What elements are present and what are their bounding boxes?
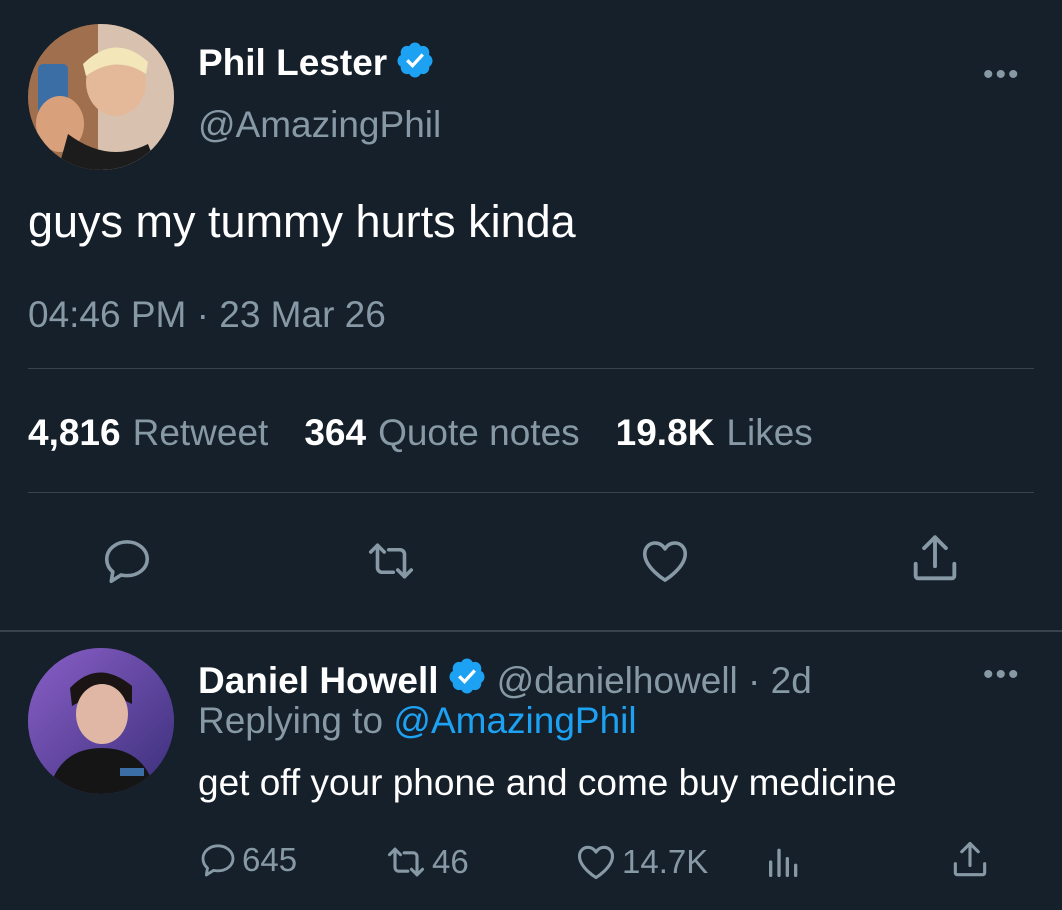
stat-value: 19.8K xyxy=(615,412,715,453)
stat-label: Likes xyxy=(726,412,813,453)
reply-handle-time[interactable]: @danielhowell · 2d xyxy=(497,660,812,702)
author-name[interactable]: Phil Lester xyxy=(198,40,435,85)
stat-value: 364 xyxy=(304,412,367,453)
stat-likes[interactable]: 19.8K Likes xyxy=(616,412,813,454)
analytics-button[interactable] xyxy=(764,842,804,882)
section-divider xyxy=(0,630,1062,632)
tweet-text: guys my tummy hurts kinda xyxy=(28,196,576,247)
reply-button[interactable]: 645 xyxy=(198,840,297,880)
share-icon[interactable] xyxy=(906,530,960,584)
divider xyxy=(28,492,1034,493)
reply-icon[interactable] xyxy=(100,534,154,588)
like-count: 14.7K xyxy=(622,843,709,880)
avatar-phil-lester[interactable] xyxy=(28,24,174,170)
more-options-icon[interactable]: ••• xyxy=(983,58,1021,92)
retweet-icon[interactable] xyxy=(364,534,418,588)
stat-label: Retweet xyxy=(132,412,269,453)
share-icon xyxy=(953,841,987,877)
tweet-stats: 4,816 Retweet 364 Quote notes 19.8K Likes xyxy=(28,412,813,454)
reply-icon xyxy=(201,844,235,877)
author-handle[interactable]: @AmazingPhil xyxy=(198,104,441,146)
analytics-icon xyxy=(769,848,798,877)
share-button[interactable] xyxy=(948,838,992,882)
stat-label: Quote notes xyxy=(378,412,580,453)
divider xyxy=(28,368,1034,369)
like-icon xyxy=(577,845,615,880)
retweet-icon xyxy=(387,847,425,877)
stat-value: 4,816 xyxy=(28,412,121,453)
verified-badge-icon xyxy=(447,656,487,705)
avatar-daniel-howell[interactable] xyxy=(28,648,174,794)
more-options-icon[interactable]: ••• xyxy=(983,658,1021,692)
retweet-count: 46 xyxy=(432,843,469,880)
retweet-button[interactable]: 46 xyxy=(384,840,469,884)
replying-prefix: Replying to xyxy=(198,700,384,741)
verified-badge-icon xyxy=(395,40,435,85)
replying-to-link[interactable]: @AmazingPhil xyxy=(393,700,636,741)
reply-count: 645 xyxy=(242,841,298,878)
reply-author-name[interactable]: Daniel Howell xyxy=(198,660,439,702)
like-icon[interactable] xyxy=(638,534,692,588)
reply-text: get off your phone and come buy medicine xyxy=(198,762,897,803)
tweet-timestamp[interactable]: 04:46 PM · 23 Mar 26 xyxy=(28,294,386,336)
author-name-text[interactable]: Phil Lester xyxy=(198,42,387,84)
stat-retweets[interactable]: 4,816 Retweet xyxy=(28,412,268,454)
like-button[interactable]: 14.7K xyxy=(574,840,708,884)
replying-to: Replying to @AmazingPhil xyxy=(198,700,637,742)
stat-quotes[interactable]: 364 Quote notes xyxy=(304,412,579,454)
reply-header: Daniel Howell @danielhowell · 2d xyxy=(198,656,812,705)
